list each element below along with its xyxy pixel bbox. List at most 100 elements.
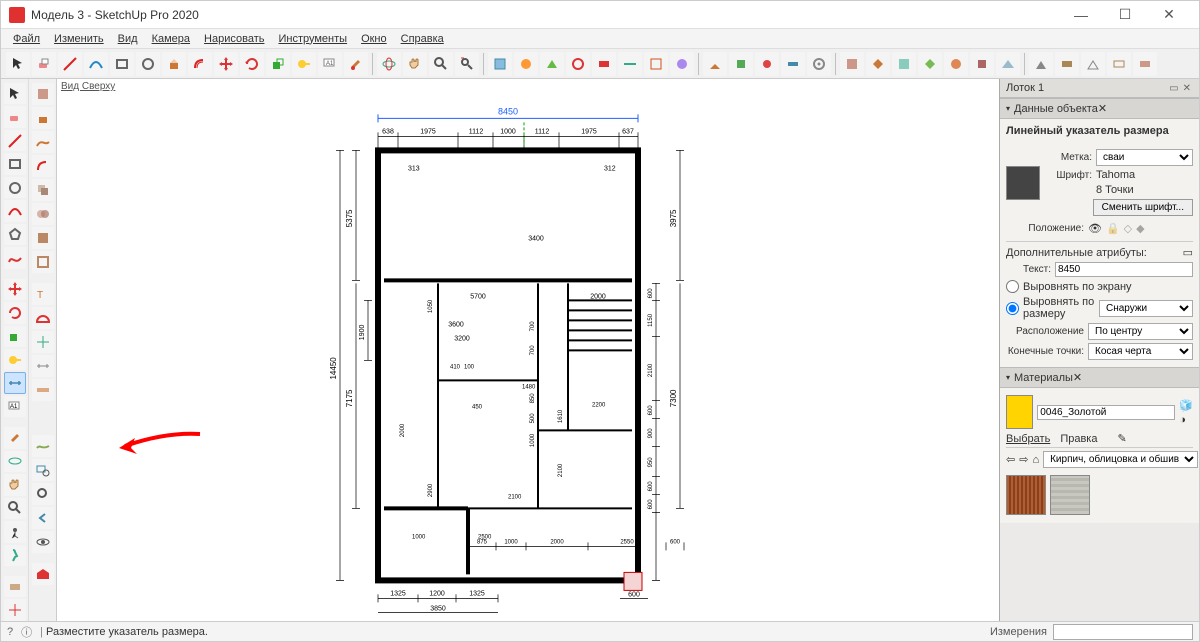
placement-select[interactable]: По центру	[1088, 323, 1193, 340]
material-thumbnail[interactable]	[1050, 475, 1090, 515]
align-select[interactable]: Снаружи	[1099, 300, 1193, 317]
freehand-icon[interactable]	[4, 247, 26, 268]
arc-tool-icon[interactable]	[84, 52, 108, 76]
maximize-button[interactable]: ☐	[1103, 1, 1147, 29]
sandbox-tool-icon[interactable]	[32, 435, 54, 457]
back-icon[interactable]: ⇦	[1006, 453, 1015, 466]
menu-window[interactable]: Окно	[355, 31, 393, 47]
toolbar-icon[interactable]	[918, 52, 942, 76]
toolbar-icon[interactable]	[1081, 52, 1105, 76]
eyedropper-icon[interactable]: ✎	[1117, 432, 1126, 445]
rect-tool-icon[interactable]	[4, 153, 26, 174]
select-tool-icon[interactable]	[4, 83, 26, 104]
expand-icon[interactable]: ▭	[1183, 246, 1193, 259]
toolbar-icon[interactable]	[644, 52, 668, 76]
toolbar-icon[interactable]	[1107, 52, 1131, 76]
intersect-icon[interactable]	[32, 203, 54, 225]
material-category-select[interactable]: Кирпич, облицовка и обшив	[1043, 451, 1198, 468]
menu-draw[interactable]: Нарисовать	[198, 31, 270, 47]
solid-tool-icon[interactable]	[32, 251, 54, 273]
tray-close-icon[interactable]: ✕	[1181, 83, 1193, 94]
pan-tool-icon[interactable]	[403, 52, 427, 76]
toolbar-icon[interactable]	[540, 52, 564, 76]
eye-icon[interactable]: 👁	[1088, 222, 1102, 235]
line-tool-icon[interactable]	[4, 130, 26, 151]
arc-tool-icon[interactable]	[4, 200, 26, 221]
toolbar-icon[interactable]	[488, 52, 512, 76]
paint-tool-icon[interactable]	[344, 52, 368, 76]
followme-tool-icon[interactable]	[32, 131, 54, 153]
toolbar-icon[interactable]	[514, 52, 538, 76]
toolbar-icon[interactable]	[781, 52, 805, 76]
label-select[interactable]: сваи	[1096, 149, 1193, 166]
section-tool-icon[interactable]	[4, 576, 26, 597]
move-tool-icon[interactable]	[214, 52, 238, 76]
toolbar-icon[interactable]	[1055, 52, 1079, 76]
zoom-extents-icon[interactable]	[32, 483, 54, 505]
zoom-tool-icon[interactable]	[429, 52, 453, 76]
solid-tool-icon[interactable]	[32, 227, 54, 249]
scale-tool-icon[interactable]	[266, 52, 290, 76]
material-name-input[interactable]	[1037, 405, 1175, 420]
default-material-icon[interactable]: ◑	[1179, 414, 1193, 426]
outer-shell-icon[interactable]	[32, 179, 54, 201]
pan-tool-icon[interactable]	[4, 474, 26, 495]
rotate-tool-icon[interactable]	[4, 302, 26, 323]
3dtext-tool-icon[interactable]: T	[32, 283, 54, 305]
tray-pin-icon[interactable]: ▭	[1167, 83, 1180, 94]
previous-view-icon[interactable]	[32, 507, 54, 529]
tape-tool-icon[interactable]	[292, 52, 316, 76]
rotate-tool-icon[interactable]	[240, 52, 264, 76]
dimension-tool-icon[interactable]	[32, 355, 54, 377]
menu-view[interactable]: Вид	[112, 31, 144, 47]
cube-icon[interactable]: ◇	[1124, 222, 1132, 235]
text-label-tool-icon[interactable]: A1	[4, 396, 26, 417]
menu-edit[interactable]: Изменить	[48, 31, 110, 47]
offset-tool-icon[interactable]	[32, 155, 54, 177]
viewport[interactable]: Вид Сверху 8450 638 1975 1112	[57, 79, 999, 621]
close-button[interactable]: ✕	[1147, 1, 1191, 29]
change-font-button[interactable]: Сменить шрифт...	[1093, 199, 1193, 216]
warehouse-icon[interactable]	[32, 563, 54, 585]
measurements-input[interactable]	[1053, 624, 1193, 640]
eraser-tool-icon[interactable]	[4, 106, 26, 127]
align-screen-radio[interactable]	[1006, 280, 1019, 293]
panel-close-icon[interactable]: ✕	[1073, 371, 1082, 384]
select-tool-icon[interactable]	[6, 52, 30, 76]
component-tool-icon[interactable]	[32, 83, 54, 105]
tab-edit[interactable]: Правка	[1060, 433, 1097, 445]
menu-file[interactable]: Файл	[7, 31, 46, 47]
endpoints-select[interactable]: Косая черта	[1088, 343, 1193, 360]
toolbar-icon[interactable]	[1029, 52, 1053, 76]
toolbar-icon[interactable]	[618, 52, 642, 76]
menu-camera[interactable]: Камера	[146, 31, 196, 47]
toolbar-icon[interactable]	[970, 52, 994, 76]
align-dim-radio[interactable]	[1006, 302, 1019, 315]
section-plane-icon[interactable]	[32, 379, 54, 401]
paint-tool-icon[interactable]	[4, 427, 26, 448]
toolbar-icon[interactable]	[703, 52, 727, 76]
minimize-button[interactable]: —	[1059, 1, 1103, 29]
material-thumbnail[interactable]	[1006, 475, 1046, 515]
pushpull-tool-icon[interactable]	[32, 107, 54, 129]
circle-tool-icon[interactable]	[136, 52, 160, 76]
look-around-icon[interactable]	[32, 531, 54, 553]
text-input[interactable]	[1055, 262, 1193, 277]
position-camera-icon[interactable]	[4, 521, 26, 542]
orbit-tool-icon[interactable]	[4, 451, 26, 472]
line-tool-icon[interactable]	[58, 52, 82, 76]
tray-title[interactable]: Лоток 1 ▭ ✕	[1000, 79, 1199, 98]
home-icon[interactable]: ⌂	[1032, 454, 1039, 466]
materials-header[interactable]: ▾Материалы ✕	[1000, 367, 1199, 388]
zoom-tool-icon[interactable]	[4, 498, 26, 519]
material-swatch[interactable]	[1006, 395, 1033, 429]
toolbar-icon[interactable]	[1133, 52, 1157, 76]
protractor-icon[interactable]	[32, 307, 54, 329]
help-icon[interactable]: ?	[7, 626, 13, 638]
create-material-icon[interactable]: 🧊	[1179, 399, 1193, 412]
entity-info-header[interactable]: ▾Данные объекта ✕	[1000, 98, 1199, 119]
rect-tool-icon[interactable]	[110, 52, 134, 76]
text-tool-icon[interactable]: A1	[318, 52, 342, 76]
toolbar-icon[interactable]	[729, 52, 753, 76]
zoom-window-icon[interactable]	[32, 459, 54, 481]
